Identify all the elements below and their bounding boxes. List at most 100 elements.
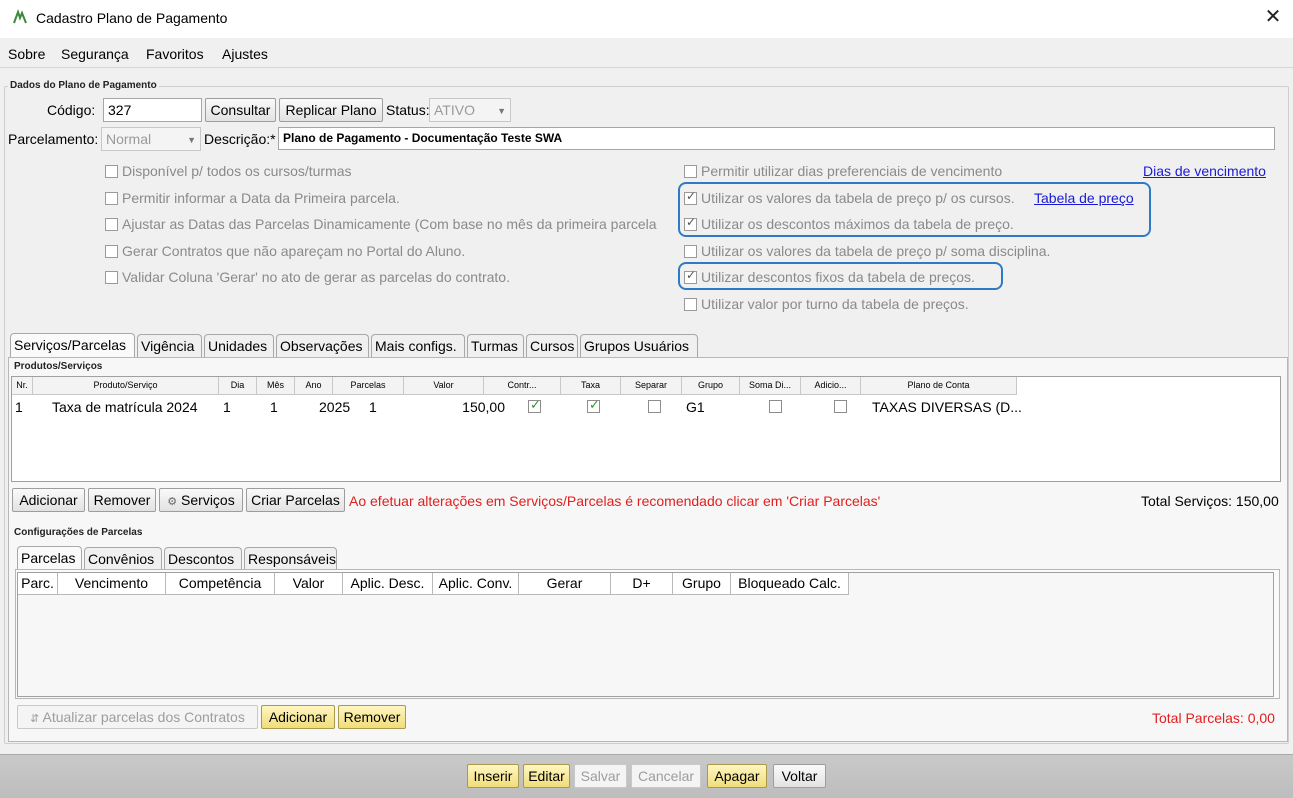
option-valor-turno[interactable]: Utilizar valor por turno da tabela de pr… (684, 296, 969, 312)
dados-legend: Dados do Plano de Pagamento (8, 80, 159, 91)
col-header[interactable]: Taxa (561, 377, 621, 395)
col-header[interactable]: Soma Di... (740, 377, 801, 395)
adicionar-parcela-button[interactable]: Adicionar (261, 705, 335, 729)
cell-valor: 150,00 (462, 399, 505, 415)
menu-favoritos[interactable]: Favoritos (146, 46, 204, 62)
editar-button[interactable]: Editar (523, 764, 570, 788)
cell-contr-checkbox[interactable] (528, 397, 541, 413)
tab-vigencia[interactable]: Vigência (137, 334, 202, 358)
parcelas-grid: Parc. Vencimento Competência Valor Aplic… (17, 572, 1274, 697)
checkbox-icon (684, 245, 697, 258)
parcelamento-value: Normal (106, 131, 152, 147)
col-header[interactable]: Competência (166, 573, 275, 595)
col-header[interactable]: Aplic. Desc. (343, 573, 433, 595)
col-header[interactable]: Parc. (18, 573, 58, 595)
checkbox-icon (105, 192, 118, 205)
col-header[interactable]: Bloqueado Calc. (731, 573, 849, 595)
refresh-icon: ⇵ (30, 713, 40, 725)
tab-cursos[interactable]: Cursos (526, 334, 578, 358)
produtos-grid: Nr. Produto/Serviço Dia Mês Ano Parcelas… (11, 376, 1281, 482)
criar-parcelas-button[interactable]: Criar Parcelas (246, 488, 345, 512)
cancelar-button[interactable]: Cancelar (631, 764, 701, 788)
option-primeira-parcela[interactable]: Permitir informar a Data da Primeira par… (105, 190, 400, 206)
tab-descontos[interactable]: Descontos (164, 547, 242, 571)
col-header[interactable]: Aplic. Conv. (433, 573, 519, 595)
col-header[interactable]: Grupo (673, 573, 731, 595)
menu-seguranca[interactable]: Segurança (61, 46, 129, 62)
col-header[interactable]: Mês (257, 377, 295, 395)
col-header[interactable]: Plano de Conta (861, 377, 1017, 395)
atualizar-parcelas-button[interactable]: ⇵ Atualizar parcelas dos Contratos (17, 705, 258, 729)
remover-servico-button[interactable]: Remover (88, 488, 156, 512)
option-soma-disciplina[interactable]: Utilizar os valores da tabela de preço p… (684, 243, 1050, 259)
col-header[interactable]: Valor (275, 573, 343, 595)
status-label: Status: (386, 102, 430, 118)
col-header[interactable]: Parcelas (333, 377, 404, 395)
checkbox-icon (105, 218, 118, 231)
option-dias-preferenciais[interactable]: Permitir utilizar dias preferenciais de … (684, 163, 1002, 179)
tab-servicos-parcelas[interactable]: Serviços/Parcelas (10, 333, 135, 359)
codigo-label: Código: (47, 102, 96, 118)
tab-convenios[interactable]: Convênios (84, 547, 162, 571)
status-select[interactable]: ATIVO ▼ (429, 98, 511, 122)
descricao-label: Descrição:* (204, 131, 276, 147)
tab-turmas[interactable]: Turmas (467, 334, 524, 358)
codigo-input[interactable]: 327 (103, 98, 202, 122)
remover-parcela-button[interactable]: Remover (338, 705, 406, 729)
col-header[interactable]: Grupo (682, 377, 740, 395)
col-header[interactable]: Ano (295, 377, 333, 395)
close-icon[interactable]: ✕ (1262, 4, 1284, 30)
col-header[interactable]: Adicio... (801, 377, 861, 395)
tab-mais-configs[interactable]: Mais configs. (371, 334, 465, 358)
parcelamento-select[interactable]: Normal ▼ (101, 127, 201, 151)
tab-unidades[interactable]: Unidades (204, 334, 274, 358)
cell-separar-checkbox[interactable] (648, 400, 661, 413)
menu-ajustes[interactable]: Ajustes (222, 46, 268, 62)
total-servicos: Total Serviços: 150,00 (1141, 493, 1279, 509)
col-header[interactable]: D+ (611, 573, 673, 595)
cell-mes: 1 (270, 399, 278, 415)
menu-sobre[interactable]: Sobre (8, 46, 45, 62)
option-disponivel[interactable]: Disponível p/ todos os cursos/turmas (105, 163, 352, 179)
total-parcelas: Total Parcelas: 0,00 (1152, 710, 1275, 726)
replicar-plano-button[interactable]: Replicar Plano (279, 98, 383, 122)
consultar-button[interactable]: Consultar (205, 98, 276, 122)
col-header[interactable]: Dia (219, 377, 257, 395)
checkbox-icon (105, 245, 118, 258)
chevron-down-icon: ▼ (187, 135, 196, 145)
col-header[interactable]: Valor (404, 377, 484, 395)
apagar-button[interactable]: Apagar (707, 764, 767, 788)
col-header[interactable]: Vencimento (58, 573, 166, 595)
servicos-button[interactable]: ⚙ Serviços (159, 488, 243, 512)
status-value: ATIVO (434, 102, 475, 118)
window-title: Cadastro Plano de Pagamento (36, 10, 228, 26)
col-header[interactable]: Produto/Serviço (33, 377, 219, 395)
col-header[interactable]: Nr. (12, 377, 33, 395)
tab-responsaveis[interactable]: Responsáveis (244, 547, 337, 571)
descricao-input[interactable]: Plano de Pagamento - Documentação Teste … (278, 127, 1275, 150)
parcelamento-label: Parcelamento: (8, 131, 99, 147)
annotation-highlight (678, 262, 1003, 290)
cell-adicio-checkbox[interactable] (834, 400, 847, 413)
voltar-button[interactable]: Voltar (773, 764, 826, 788)
cell-soma-checkbox[interactable] (769, 400, 782, 413)
col-header[interactable]: Contr... (484, 377, 561, 395)
dias-vencimento-link[interactable]: Dias de vencimento (1143, 163, 1266, 179)
option-gerar-contratos[interactable]: Gerar Contratos que não apareçam no Port… (105, 243, 465, 259)
inserir-button[interactable]: Inserir (467, 764, 519, 788)
criar-parcelas-warning: Ao efetuar alterações em Serviços/Parcel… (349, 493, 881, 509)
cell-produto: Taxa de matrícula 2024 (52, 399, 198, 415)
bottom-toolbar: Inserir Editar Salvar Cancelar Apagar Vo… (0, 754, 1293, 798)
cell-ano: 2025 (319, 399, 351, 415)
option-ajustar-datas[interactable]: Ajustar as Datas das Parcelas Dinamicame… (105, 216, 680, 232)
option-validar-coluna[interactable]: Validar Coluna 'Gerar' no ato de gerar a… (105, 269, 510, 285)
col-header[interactable]: Gerar (519, 573, 611, 595)
tab-grupos-usuarios[interactable]: Grupos Usuários (580, 334, 698, 358)
tab-observacoes[interactable]: Observações (276, 334, 369, 358)
col-header[interactable]: Separar (621, 377, 682, 395)
salvar-button[interactable]: Salvar (574, 764, 627, 788)
cell-taxa-checkbox[interactable] (587, 397, 600, 413)
adicionar-servico-button[interactable]: Adicionar (12, 488, 85, 512)
cell-grupo: G1 (686, 399, 705, 415)
checkbox-icon (105, 165, 118, 178)
